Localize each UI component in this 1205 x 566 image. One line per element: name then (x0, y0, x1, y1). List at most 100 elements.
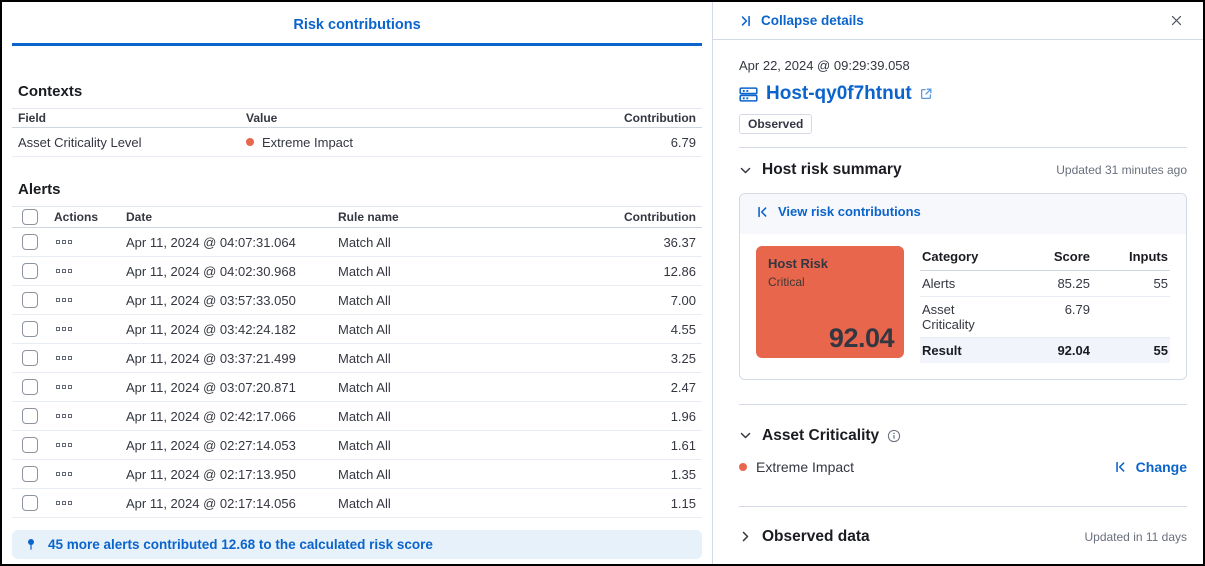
alert-row: Apr 11, 2024 @ 03:57:33.050 Match All 7.… (12, 286, 702, 315)
gauge-score: 92.04 (829, 323, 894, 354)
tab-risk-contributions[interactable]: Risk contributions (293, 17, 420, 43)
column-header-date: Date (120, 210, 332, 224)
alert-contribution: 4.55 (572, 322, 702, 337)
row-checkbox[interactable] (22, 263, 38, 279)
alerts-heading: Alerts (18, 181, 712, 198)
actions-menu-icon[interactable] (54, 238, 74, 246)
alert-date: Apr 11, 2024 @ 04:02:30.968 (120, 264, 332, 279)
summary-table-header: Category Score Inputs (920, 246, 1170, 271)
row-checkbox[interactable] (22, 292, 38, 308)
alert-date: Apr 11, 2024 @ 02:17:14.056 (120, 496, 332, 511)
row-checkbox[interactable] (22, 350, 38, 366)
observed-badge: Observed (739, 114, 812, 134)
context-value: Extreme Impact (262, 135, 353, 150)
close-button[interactable] (1166, 10, 1187, 31)
observed-data-updated: Updated in 11 days (1084, 530, 1187, 544)
asset-criticality-value: Extreme Impact (756, 459, 854, 475)
row-checkbox[interactable] (22, 466, 38, 482)
tab-bar: Risk contributions (12, 2, 702, 46)
actions-menu-icon[interactable] (54, 412, 74, 420)
gauge-title: Host Risk (768, 256, 892, 271)
actions-menu-icon[interactable] (54, 325, 74, 333)
column-header-field: Field (12, 111, 240, 125)
risk-card-header: View risk contributions (740, 194, 1186, 234)
alert-rule-name: Match All (332, 467, 572, 482)
summary-row-alerts: Alerts 85.25 55 (920, 271, 1170, 297)
column-header-category: Category (920, 249, 1000, 264)
info-icon[interactable] (887, 429, 901, 443)
view-risk-contributions-label: View risk contributions (778, 204, 921, 219)
row-checkbox[interactable] (22, 379, 38, 395)
alert-row: Apr 11, 2024 @ 04:07:31.064 Match All 36… (12, 228, 702, 257)
context-field: Asset Criticality Level (12, 135, 240, 150)
alert-date: Apr 11, 2024 @ 03:37:21.499 (120, 351, 332, 366)
summary-score: 92.04 (1000, 343, 1090, 358)
asset-criticality-row: Extreme Impact Change (739, 459, 1187, 475)
alert-row: Apr 11, 2024 @ 04:02:30.968 Match All 12… (12, 257, 702, 286)
more-alerts-callout: 45 more alerts contributed 12.68 to the … (12, 530, 702, 559)
actions-menu-icon[interactable] (54, 470, 74, 478)
actions-menu-icon[interactable] (54, 267, 74, 275)
alert-contribution: 7.00 (572, 293, 702, 308)
actions-menu-icon[interactable] (54, 354, 74, 362)
row-checkbox[interactable] (22, 495, 38, 511)
alert-contribution: 36.37 (572, 235, 702, 250)
flyout-body: Apr 22, 2024 @ 09:29:39.058 Host-qy0f7ht… (713, 40, 1203, 564)
summary-row-result: Result 92.04 55 (920, 338, 1170, 363)
chevron-right-icon (739, 530, 752, 543)
more-alerts-text: 45 more alerts contributed 12.68 to the … (48, 537, 433, 552)
observed-data-title: Observed data (762, 528, 870, 546)
summary-category: Result (920, 343, 1000, 358)
actions-menu-icon[interactable] (54, 499, 74, 507)
actions-menu-icon[interactable] (54, 441, 74, 449)
alert-contribution: 1.35 (572, 467, 702, 482)
change-criticality-button[interactable]: Change (1114, 459, 1187, 475)
alert-date: Apr 11, 2024 @ 02:42:17.066 (120, 409, 332, 424)
alert-contribution: 1.15 (572, 496, 702, 511)
arrow-start-icon (756, 205, 770, 219)
contexts-table: Field Value Contribution Asset Criticali… (12, 108, 702, 157)
host-storage-icon (739, 85, 758, 104)
host-name-link[interactable]: Host-qy0f7htnut (766, 83, 933, 105)
row-checkbox[interactable] (22, 321, 38, 337)
summary-inputs (1090, 302, 1170, 332)
row-checkbox[interactable] (22, 234, 38, 250)
alerts-table-body: Apr 11, 2024 @ 04:07:31.064 Match All 36… (12, 228, 702, 518)
host-details-flyout: Collapse details Apr 22, 2024 @ 09:29:39… (712, 2, 1203, 564)
alert-row: Apr 11, 2024 @ 03:42:24.182 Match All 4.… (12, 315, 702, 344)
view-risk-contributions-link[interactable]: View risk contributions (756, 204, 921, 219)
alert-row: Apr 11, 2024 @ 02:42:17.066 Match All 1.… (12, 402, 702, 431)
row-checkbox[interactable] (22, 437, 38, 453)
alert-rule-name: Match All (332, 496, 572, 511)
alert-date: Apr 11, 2024 @ 04:07:31.064 (120, 235, 332, 250)
contexts-heading: Contexts (18, 83, 712, 100)
collapse-details-button[interactable]: Collapse details (739, 13, 864, 28)
arrow-start-icon (1114, 460, 1128, 474)
asset-criticality-accordion[interactable]: Asset Criticality (739, 427, 1187, 445)
alert-rule-name: Match All (332, 409, 572, 424)
alert-date: Apr 11, 2024 @ 02:27:14.053 (120, 438, 332, 453)
risk-contributions-screen: Risk contributions Contexts Field Value … (0, 0, 1205, 566)
actions-menu-icon[interactable] (54, 383, 74, 391)
event-timestamp: Apr 22, 2024 @ 09:29:39.058 (739, 58, 1187, 73)
alert-contribution: 12.86 (572, 264, 702, 279)
summary-inputs: 55 (1090, 343, 1170, 358)
alert-date: Apr 11, 2024 @ 02:17:13.950 (120, 467, 332, 482)
actions-menu-icon[interactable] (54, 296, 74, 304)
host-risk-summary-accordion[interactable]: Host risk summary Updated 31 minutes ago (739, 161, 1187, 179)
column-header-contribution: Contribution (572, 111, 702, 125)
external-link-icon (919, 87, 933, 101)
alert-date: Apr 11, 2024 @ 03:42:24.182 (120, 322, 332, 337)
select-all-checkbox[interactable] (22, 209, 38, 225)
risk-summary-card: View risk contributions Host Risk Critic… (739, 193, 1187, 380)
alert-row: Apr 11, 2024 @ 03:37:21.499 Match All 3.… (12, 344, 702, 373)
row-checkbox[interactable] (22, 408, 38, 424)
host-name: Host-qy0f7htnut (766, 83, 912, 105)
gauge-level: Critical (768, 275, 892, 289)
alert-rule-name: Match All (332, 264, 572, 279)
observed-data-accordion[interactable]: Observed data Updated in 11 days (739, 528, 1187, 546)
summary-inputs: 55 (1090, 276, 1170, 291)
pin-icon (24, 538, 38, 552)
severity-dot-icon (739, 463, 747, 471)
context-contribution: 6.79 (572, 135, 702, 150)
